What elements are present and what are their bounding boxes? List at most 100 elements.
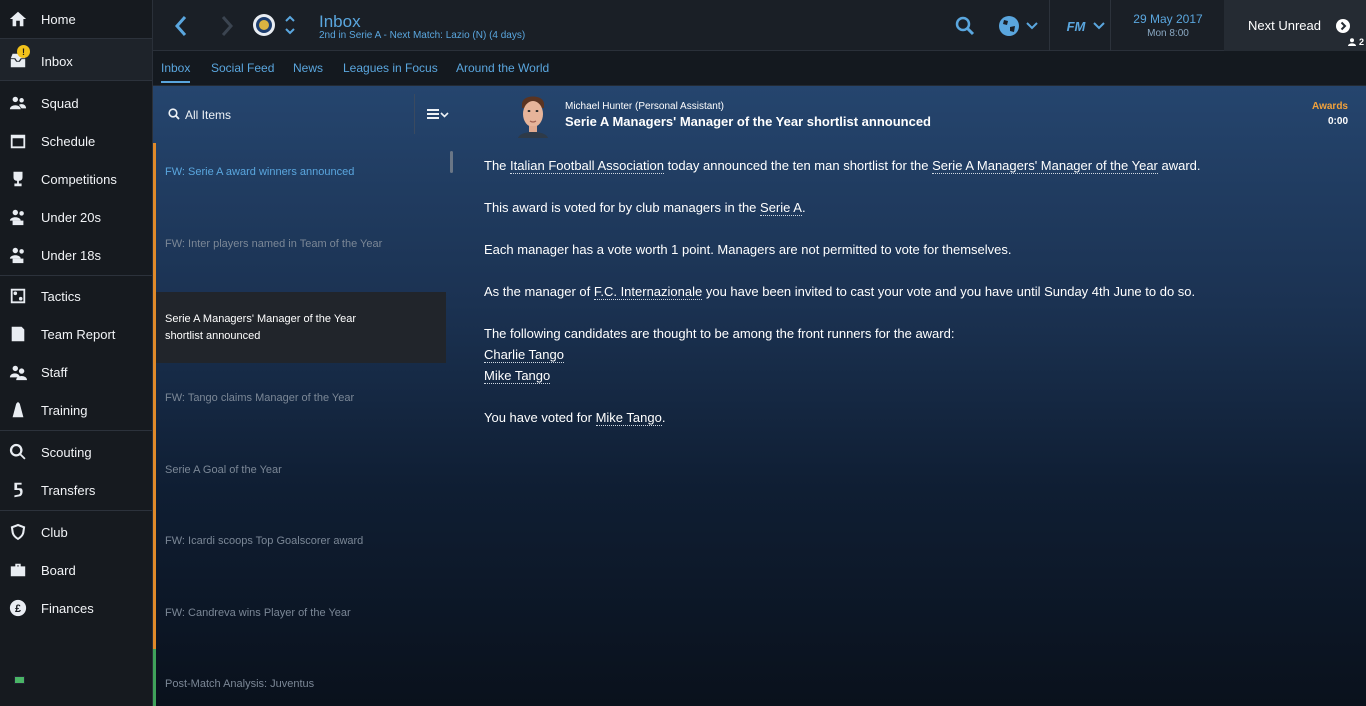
scouting-icon — [8, 442, 28, 462]
inbox-message-item[interactable]: FW: Icardi scoops Top Goalscorer award — [153, 506, 446, 577]
message-pane: Michael Hunter (Personal Assistant) Seri… — [468, 86, 1366, 706]
message-paragraph: This award is voted for by club managers… — [484, 197, 806, 218]
globe-icon — [999, 16, 1019, 36]
sidebar-item-inbox[interactable]: ! Inbox — [0, 39, 152, 80]
message-category: Awards — [1312, 101, 1348, 112]
link-club[interactable]: F.C. Internazionale — [593, 284, 703, 300]
sidebar-item-scouting[interactable]: Scouting — [0, 433, 152, 471]
sidebar-item-staff[interactable]: Staff — [0, 353, 152, 391]
message-time: 0:00 — [1327, 116, 1348, 127]
club-crest-icon[interactable] — [252, 13, 276, 37]
filter-label: All Items — [185, 108, 232, 122]
inbox-message-title: FW: Icardi scoops Top Goalscorer award — [165, 535, 364, 547]
search-button[interactable] — [953, 14, 977, 38]
sidebar-divider — [0, 275, 152, 276]
list-scrollbar[interactable] — [450, 151, 453, 173]
staff-icon — [8, 362, 28, 382]
inbox-badge: ! — [17, 45, 30, 58]
game-time: Mon 8:00 — [1147, 28, 1189, 39]
message-category-bar — [153, 649, 156, 706]
tab-inbox[interactable]: Inbox — [161, 61, 191, 83]
chevron-up-down-icon — [285, 15, 295, 35]
page-subtitle: 2nd in Serie A - Next Match: Lazio (N) (… — [319, 30, 526, 41]
message-category-bar — [153, 143, 156, 214]
inbox-message-item[interactable]: FW: Serie A award winners announced — [153, 143, 446, 214]
next-unread-button[interactable]: Next Unread 2 — [1224, 0, 1366, 51]
tab-around-the-world[interactable]: Around the World — [456, 61, 549, 75]
tab-social-feed[interactable]: Social Feed — [211, 61, 274, 75]
tab-leagues-in-focus[interactable]: Leagues in Focus — [343, 61, 438, 75]
club-switch-button[interactable] — [283, 12, 297, 38]
pound-coin-icon: £ — [8, 598, 28, 618]
sidebar-item-label: Club — [41, 525, 68, 540]
under18s-icon — [8, 245, 28, 265]
briefcase-icon — [8, 560, 28, 580]
sidebar-item-team-report[interactable]: Team Report — [0, 315, 152, 353]
tab-news[interactable]: News — [293, 61, 323, 75]
inbox-message-title: FW: Candreva wins Player of the Year — [165, 606, 351, 619]
inbox-list-header: All Items — [153, 86, 453, 143]
sidebar-item-competitions[interactable]: Competitions — [0, 160, 152, 198]
trophy-icon — [8, 169, 28, 189]
inbox-message-item[interactable]: FW: Tango claims Manager of the Year — [153, 363, 446, 434]
sidebar-item-transfers[interactable]: Transfers — [0, 471, 152, 509]
inbox-message-title: Post-Match Analysis: Juventus — [165, 678, 315, 690]
inbox-message-item[interactable]: FW: Candreva wins Player of the Year — [153, 577, 446, 649]
inbox-message-item[interactable]: Serie A Managers' Manager of the Year sh… — [153, 292, 446, 363]
chevron-left-icon — [174, 16, 187, 36]
inbox-message-item[interactable]: Serie A Goal of the Year — [153, 434, 446, 506]
text-run: . — [661, 410, 666, 425]
world-menu-button[interactable] — [995, 13, 1041, 39]
message-sender[interactable]: Michael Hunter (Personal Assistant) — [565, 101, 724, 112]
link-award[interactable]: Serie A Managers' Manager of the Year — [932, 158, 1158, 174]
sidebar-item-label: Squad — [41, 96, 79, 111]
sidebar-item-tactics[interactable]: Tactics — [0, 277, 152, 315]
status-indicator-icon[interactable] — [14, 676, 25, 684]
candidate-row: Charlie Tango — [484, 344, 564, 365]
inbox-message-item[interactable]: Post-Match Analysis: Juventus — [153, 649, 446, 706]
under20s-icon — [8, 207, 28, 227]
message-subject: Serie A Managers' Manager of the Year sh… — [565, 114, 931, 129]
text-run: The — [484, 158, 511, 173]
sidebar-item-schedule[interactable]: Schedule — [0, 122, 152, 160]
link-serie-a[interactable]: Serie A — [760, 200, 802, 216]
sidebar-item-label: Board — [41, 563, 76, 578]
sidebar-item-label: Finances — [41, 601, 94, 616]
sidebar-item-squad[interactable]: Squad — [0, 84, 152, 122]
sidebar: Home ! Inbox Squad Schedule Competitions… — [0, 0, 153, 706]
inbox-message-item[interactable]: FW: Inter players named in Team of the Y… — [153, 214, 446, 292]
sidebar-item-finances[interactable]: £ Finances — [0, 589, 152, 627]
inbox-message-title: FW: Inter players named in Team of the Y… — [165, 238, 383, 250]
text-run: As the manager of — [484, 284, 594, 299]
game-date[interactable]: 29 May 2017 — [1113, 12, 1223, 26]
link-candidate[interactable]: Mike Tango — [484, 368, 551, 384]
link-voted-candidate[interactable]: Mike Tango — [595, 410, 662, 426]
sidebar-divider — [0, 510, 152, 511]
squad-icon — [8, 93, 28, 113]
fm-menu-button[interactable]: FM — [1061, 13, 1111, 39]
sidebar-item-board[interactable]: Board — [0, 551, 152, 589]
sidebar-item-club[interactable]: Club — [0, 513, 152, 551]
text-run: award. — [1157, 158, 1201, 173]
sidebar-item-home[interactable]: Home — [0, 0, 152, 38]
message-paragraph: As the manager of F.C. Internazionale yo… — [484, 281, 1195, 302]
back-button[interactable] — [169, 12, 193, 40]
link-candidate[interactable]: Charlie Tango — [484, 347, 564, 363]
message-category-bar — [153, 363, 156, 434]
list-menu-button[interactable] — [425, 106, 451, 122]
top-bar-divider — [1110, 0, 1111, 51]
forward-button[interactable] — [215, 12, 239, 40]
sender-avatar[interactable] — [514, 90, 552, 138]
sidebar-item-under-20s[interactable]: Under 20s — [0, 198, 152, 236]
text-run: . — [801, 200, 806, 215]
link-italian-football-association[interactable]: Italian Football Association — [510, 158, 664, 174]
inbox-message-title: FW: Tango claims Manager of the Year — [165, 392, 355, 404]
club-shield-icon — [8, 522, 28, 542]
inbox-message-title: FW: Serie A award winners announced — [165, 166, 355, 178]
sidebar-item-under-18s[interactable]: Under 18s — [0, 236, 152, 274]
sidebar-item-training[interactable]: Training — [0, 391, 152, 429]
sidebar-item-label: Staff — [41, 365, 68, 380]
fm-logo-icon: FM — [1066, 18, 1086, 34]
sidebar-item-label: Transfers — [41, 483, 96, 498]
message-paragraph: The Italian Football Association today a… — [484, 155, 1201, 176]
